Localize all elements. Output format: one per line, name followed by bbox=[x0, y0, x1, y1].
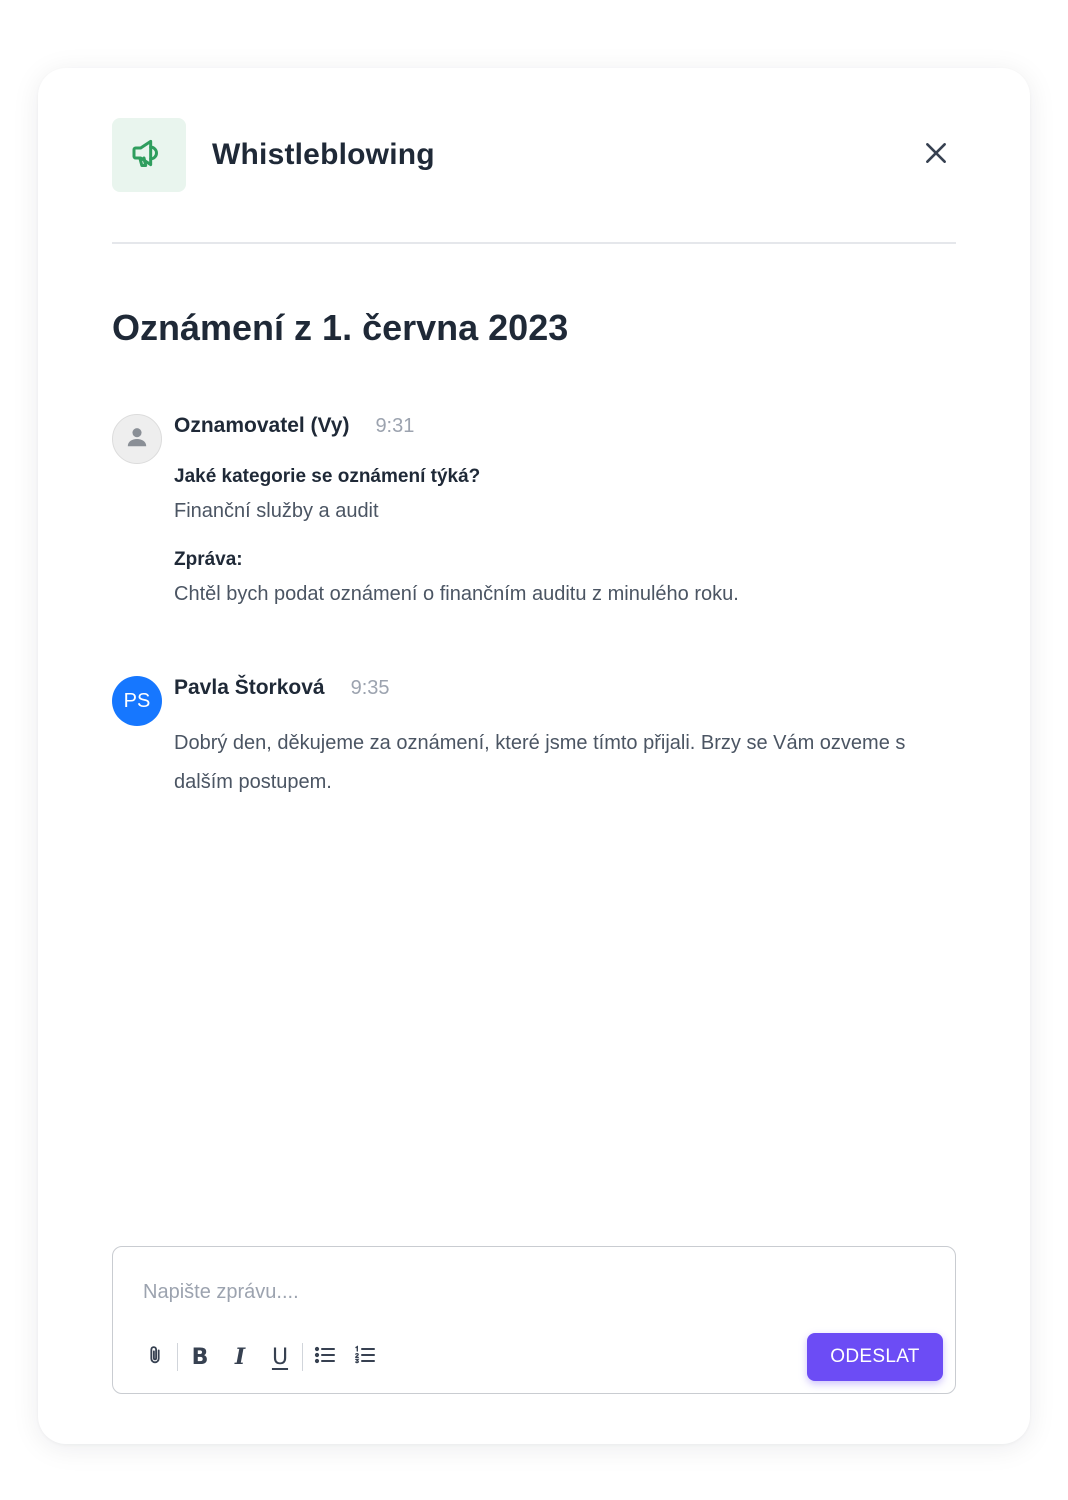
message-header: Pavla Štorková 9:35 bbox=[174, 676, 958, 706]
field-value: Finanční služby a audit bbox=[174, 500, 379, 522]
italic-button[interactable]: I bbox=[220, 1339, 260, 1375]
page-title: Oznámení z 1. června 2023 bbox=[112, 307, 569, 348]
app-title: Whistleblowing bbox=[212, 138, 435, 171]
formatting-toolbar: B I U bbox=[135, 1339, 385, 1375]
megaphone-icon bbox=[129, 133, 169, 178]
message-header: Oznamovatel (Vy) 9:31 bbox=[174, 414, 958, 444]
avatar bbox=[112, 414, 162, 464]
numbered-list-icon bbox=[352, 1343, 378, 1372]
field-value: Chtěl bych podat oznámení o finančním au… bbox=[174, 583, 739, 605]
send-button[interactable]: ODESLAT bbox=[807, 1333, 943, 1381]
message-author: Oznamovatel (Vy) bbox=[174, 414, 350, 437]
bullet-list-button[interactable] bbox=[305, 1339, 345, 1375]
message-time: 9:31 bbox=[375, 415, 415, 437]
toolbar-separator bbox=[302, 1343, 303, 1371]
underline-button[interactable]: U bbox=[260, 1339, 300, 1375]
bold-icon: B bbox=[191, 1344, 209, 1370]
numbered-list-button[interactable] bbox=[345, 1339, 385, 1375]
bullet-list-icon bbox=[312, 1343, 338, 1372]
message-input[interactable] bbox=[143, 1275, 923, 1309]
toolbar-separator bbox=[177, 1343, 178, 1371]
bold-button[interactable]: B bbox=[180, 1339, 220, 1375]
italic-icon: I bbox=[234, 1344, 246, 1370]
message-body: Oznamovatel (Vy) 9:31 Jaké kategorie se … bbox=[174, 414, 958, 606]
close-button[interactable] bbox=[916, 135, 956, 175]
close-icon bbox=[923, 140, 949, 171]
message-text: Dobrý den, děkujeme za oznámení, které j… bbox=[174, 732, 906, 793]
field-label: Zpráva: bbox=[174, 549, 243, 570]
header-divider bbox=[112, 242, 956, 244]
app-icon-tile bbox=[112, 118, 186, 192]
message-body: Pavla Štorková 9:35 Dobrý den, děkujeme … bbox=[174, 676, 958, 802]
message-composer: B I U bbox=[112, 1246, 956, 1394]
user-icon bbox=[124, 424, 150, 455]
dialog-header: Whistleblowing bbox=[112, 118, 956, 192]
field-label: Jaké kategorie se oznámení týká? bbox=[174, 466, 481, 487]
paperclip-icon bbox=[144, 1342, 166, 1373]
report-dialog: Whistleblowing Oznámení z 1. června 2023… bbox=[38, 68, 1030, 1444]
underline-icon: U bbox=[271, 1344, 289, 1370]
avatar: PS bbox=[112, 676, 162, 726]
attach-button[interactable] bbox=[135, 1339, 175, 1375]
message-author: Pavla Štorková bbox=[174, 676, 325, 699]
message-time: 9:35 bbox=[350, 677, 390, 699]
